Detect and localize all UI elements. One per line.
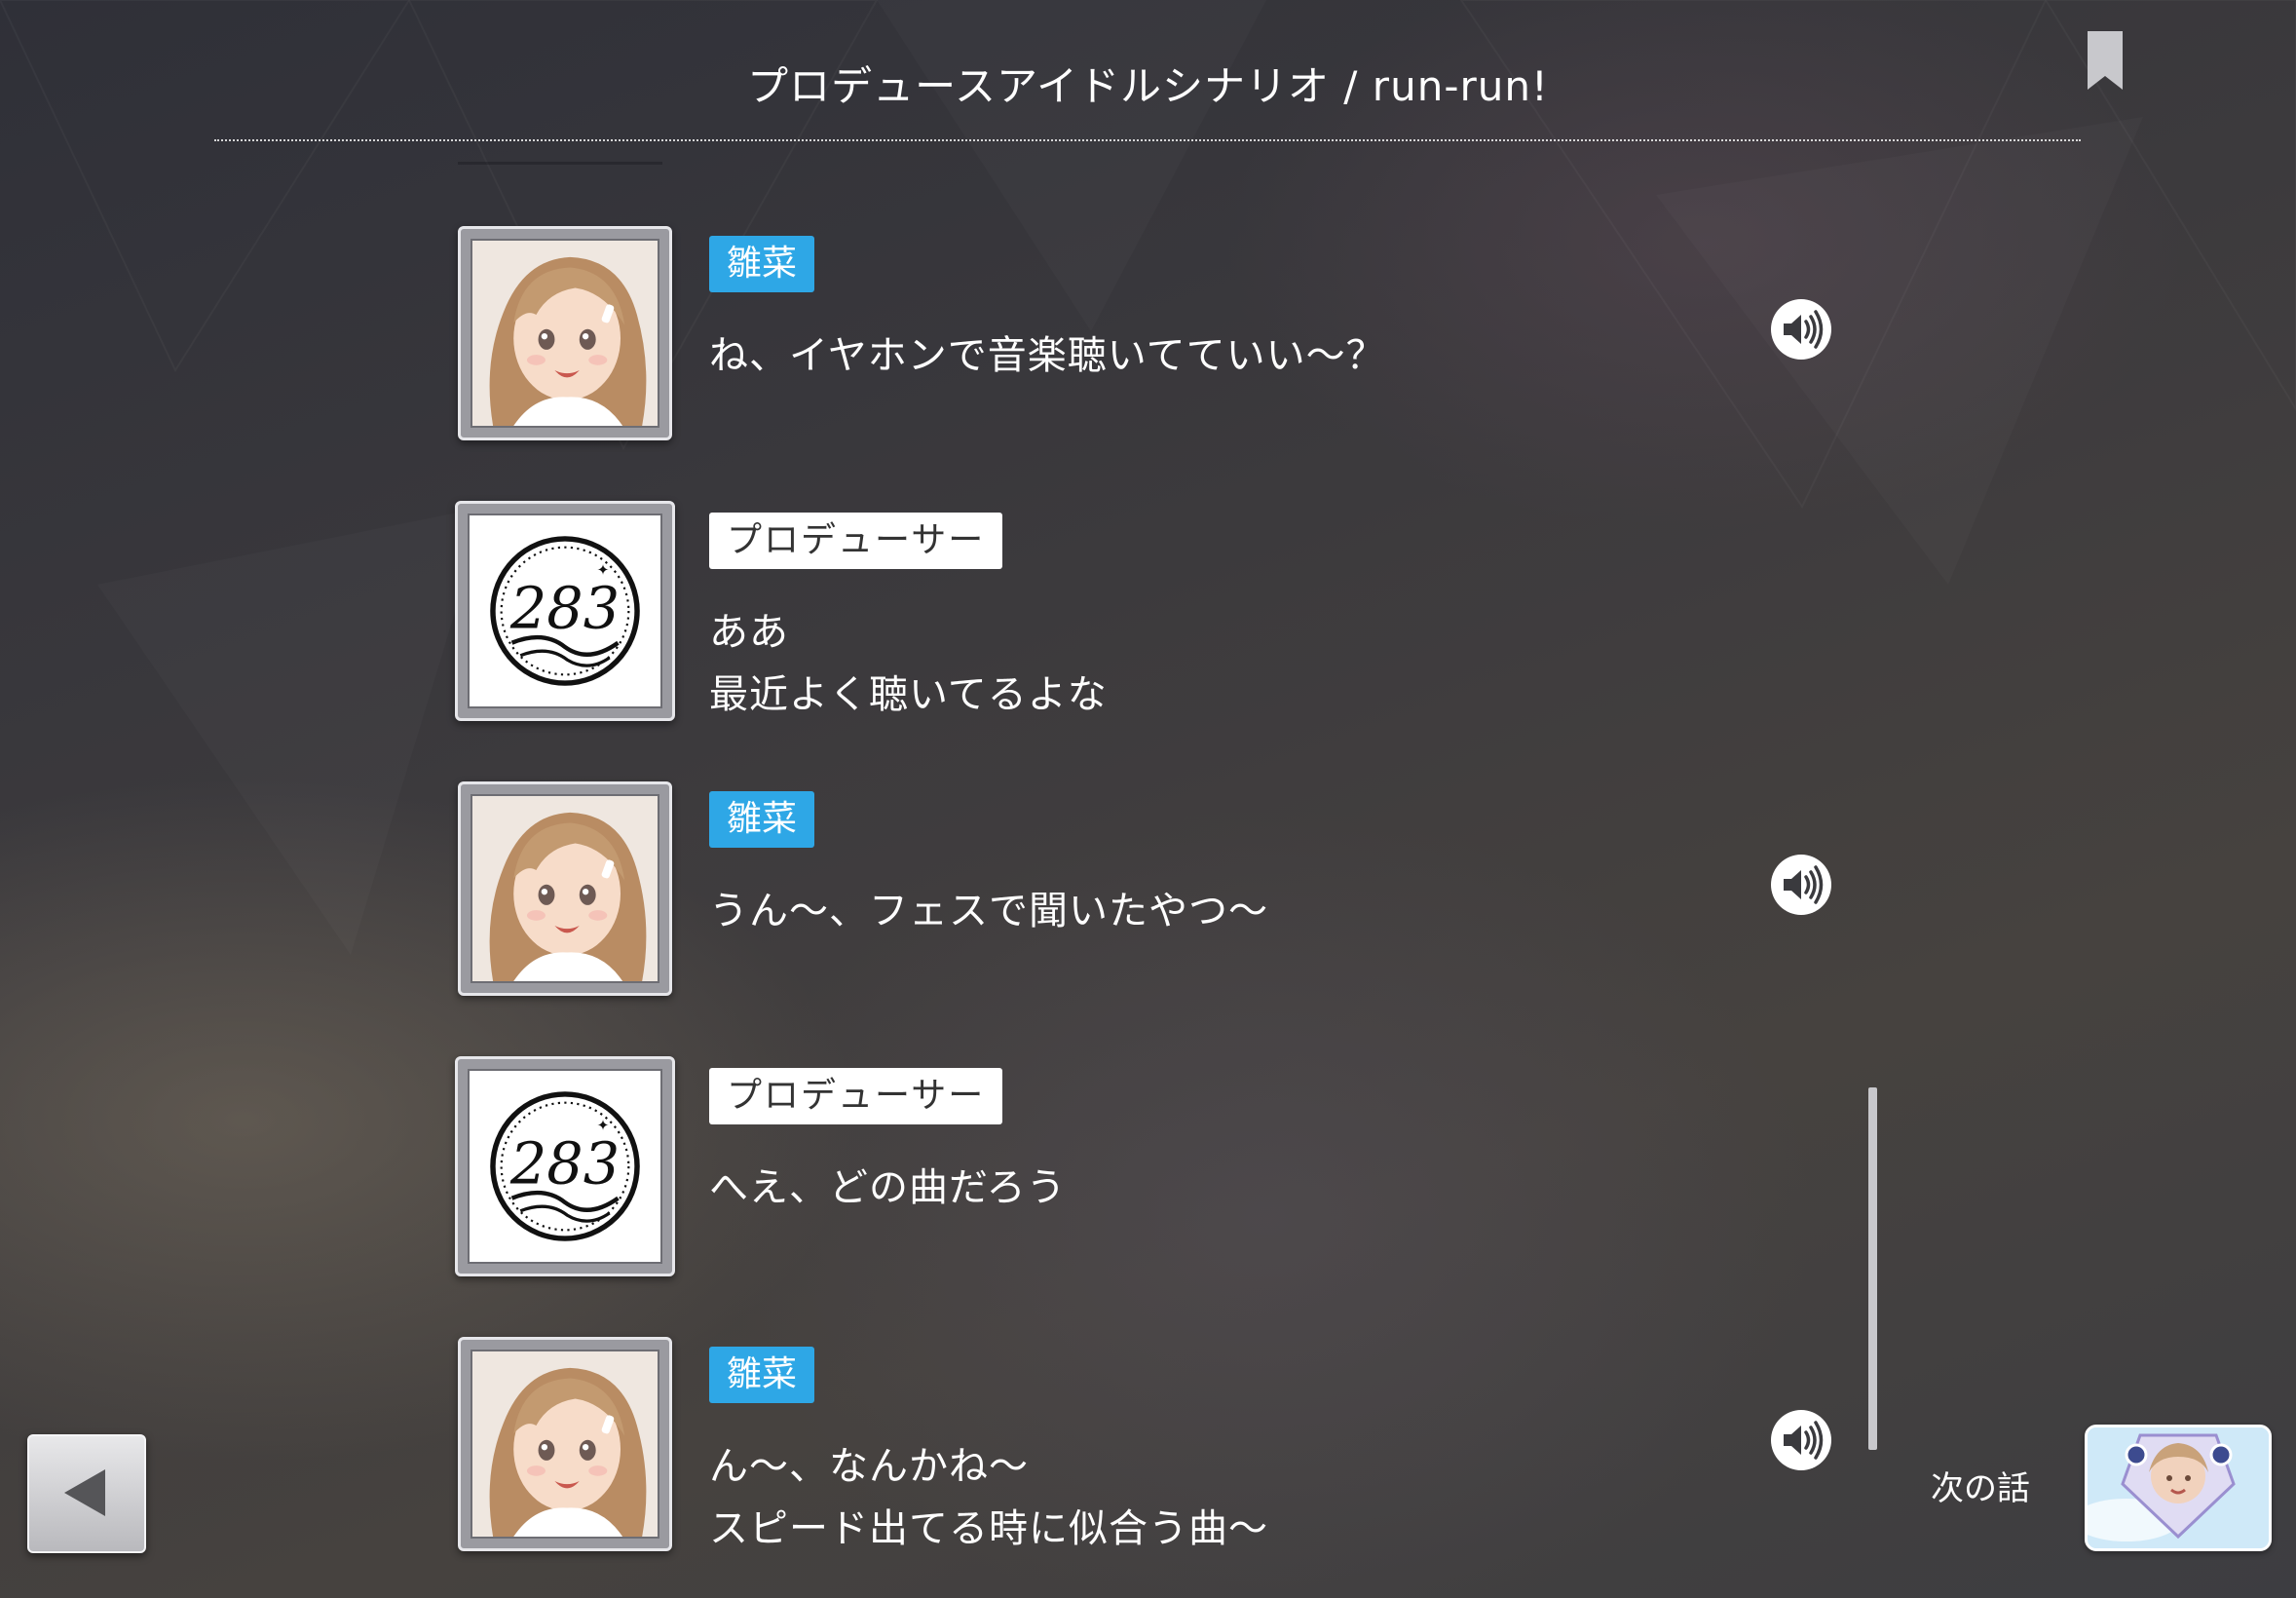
svg-text:✦: ✦ [597,1117,610,1134]
dialogue-text: へえ、どの曲だろう [709,1165,1067,1210]
next-story-button[interactable] [2085,1425,2272,1551]
dialogue-text: うん～、フェスで聞いたやつ～ [709,889,1268,933]
speaker-name-badge: プロデューサー [709,1068,1003,1124]
back-button[interactable] [27,1434,146,1553]
voice-play-button[interactable] [1770,854,1832,916]
producer-avatar: 283 ✦ [455,501,675,721]
character-avatar [458,781,672,996]
character-portrait [472,796,658,981]
producer-avatar: 283 ✦ [455,1056,675,1276]
title-divider [214,139,2081,141]
speaker-name-badge: 雛菜 [709,791,815,848]
agency-logo-icon: 283✦ [470,515,660,706]
svg-text:✦: ✦ [597,561,610,579]
speaker-name-badge: 雛菜 [709,236,815,292]
bookmark-icon[interactable] [2088,31,2123,90]
dialogue-text: ん～、なんかね～ [709,1444,1029,1489]
dialogue-text: 最近よく聴いてるよな [709,672,1108,717]
previous-entry-edge [458,162,662,165]
dialogue-text: ああ [709,610,789,655]
back-arrow-icon [64,1469,105,1516]
speaker-icon [1771,1410,1831,1470]
character-portrait [472,1351,658,1537]
character-portrait [472,241,658,426]
speaker-name-badge: プロデューサー [709,513,1003,569]
character-avatar [458,226,672,440]
dialogue-text: ね、イヤホンで音楽聴いてていい～？ [709,333,1386,378]
dialogue-text: スピード出てる時に似合う曲～ [709,1506,1268,1551]
scrollbar-thumb[interactable] [1868,1087,1877,1450]
speaker-icon [1771,855,1831,915]
character-avatar [458,1337,672,1551]
svg-text:283: 283 [509,574,620,641]
background [0,0,2296,1598]
svg-text:283: 283 [509,1129,620,1197]
agency-logo-icon: 283✦ [470,1071,660,1262]
voice-play-button[interactable] [1770,298,1832,361]
voice-play-button[interactable] [1770,1409,1832,1471]
next-story-thumbnail [2088,1427,2269,1548]
speaker-name-badge: 雛菜 [709,1347,815,1403]
speaker-icon [1771,299,1831,360]
next-story-label: 次の話 [1931,1469,2030,1508]
scenario-title: プロデュースアイドルシナリオ / run-run! [747,62,1549,110]
